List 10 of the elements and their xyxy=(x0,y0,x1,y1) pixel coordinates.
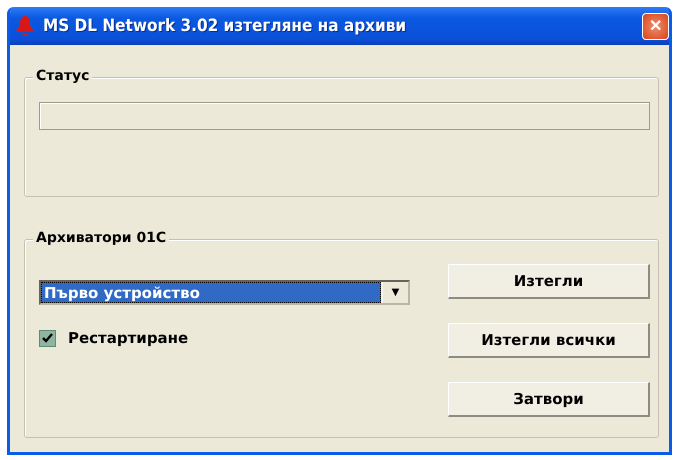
device-dropdown[interactable]: Първо устройство ▼ xyxy=(39,280,410,305)
action-button[interactable]: Затвори xyxy=(448,382,650,417)
checkbox-label: Рестартиране xyxy=(68,329,188,347)
checkbox[interactable] xyxy=(39,330,56,346)
action-button[interactable]: Изтегли всички xyxy=(448,323,650,358)
window-title: MS DL Network 3.02 изтегляне на архиви xyxy=(43,16,408,36)
group-label: Архиватори 01С xyxy=(33,230,170,246)
bell-icon xyxy=(13,14,37,38)
action-button[interactable]: Изтегли xyxy=(448,264,650,299)
group-label: Статус xyxy=(33,68,92,84)
